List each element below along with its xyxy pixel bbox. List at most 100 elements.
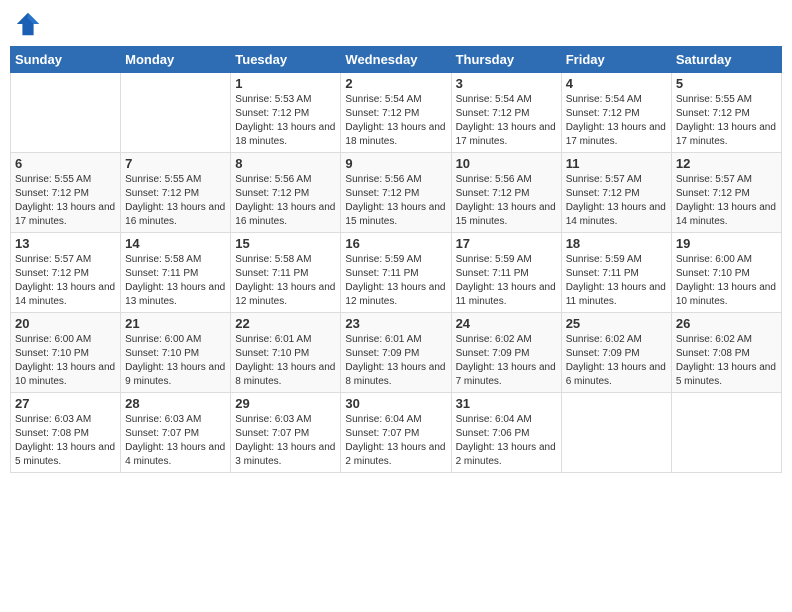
calendar-week-row: 27Sunrise: 6:03 AM Sunset: 7:08 PM Dayli… xyxy=(11,393,782,473)
day-number: 19 xyxy=(676,236,777,251)
calendar-cell xyxy=(671,393,781,473)
calendar-cell: 9 Sunrise: 5:56 AM Sunset: 7:12 PM Daylig… xyxy=(341,153,451,233)
day-info: Sunrise: 6:00 AM Sunset: 7:10 PM Dayligh… xyxy=(15,333,116,389)
day-number: 31 xyxy=(456,396,557,411)
day-number: 29 xyxy=(235,396,336,411)
calendar-week-row: 1 Sunrise: 5:53 AM Sunset: 7:12 PM Daylig… xyxy=(11,73,782,153)
day-number: 14 xyxy=(125,236,226,251)
day-number: 4 xyxy=(566,76,667,91)
calendar-cell: 21Sunrise: 6:00 AM Sunset: 7:10 PM Dayli… xyxy=(121,313,231,393)
day-number: 21 xyxy=(125,316,226,331)
day-number: 8 xyxy=(235,156,336,171)
day-number: 26 xyxy=(676,316,777,331)
day-number: 5 xyxy=(676,76,777,91)
day-number: 17 xyxy=(456,236,557,251)
calendar-cell: 11Sunrise: 5:57 AM Sunset: 7:12 PM Dayli… xyxy=(561,153,671,233)
logo-icon xyxy=(14,10,42,38)
calendar-cell: 14 Sunrise: 5:58 AM Sunset: 7:11 PM Dayli… xyxy=(121,233,231,313)
calendar-cell: 12Sunrise: 5:57 AM Sunset: 7:12 PM Dayli… xyxy=(671,153,781,233)
calendar-cell: 6 Sunrise: 5:55 AM Sunset: 7:12 PM Daylig… xyxy=(11,153,121,233)
calendar-week-row: 6 Sunrise: 5:55 AM Sunset: 7:12 PM Daylig… xyxy=(11,153,782,233)
day-info: Sunrise: 5:59 AM Sunset: 7:11 PM Dayligh… xyxy=(345,253,446,309)
calendar-table: SundayMondayTuesdayWednesdayThursdayFrid… xyxy=(10,46,782,473)
day-info: Sunrise: 6:01 AM Sunset: 7:10 PM Dayligh… xyxy=(235,333,336,389)
day-info: Sunrise: 5:58 AM Sunset: 7:11 PM Dayligh… xyxy=(125,253,226,309)
calendar-cell: 8 Sunrise: 5:56 AM Sunset: 7:12 PM Daylig… xyxy=(231,153,341,233)
day-number: 10 xyxy=(456,156,557,171)
calendar-cell: 4 Sunrise: 5:54 AM Sunset: 7:12 PM Daylig… xyxy=(561,73,671,153)
day-number: 25 xyxy=(566,316,667,331)
day-info: Sunrise: 5:56 AM Sunset: 7:12 PM Dayligh… xyxy=(456,173,557,229)
day-info: Sunrise: 6:02 AM Sunset: 7:08 PM Dayligh… xyxy=(676,333,777,389)
page-header xyxy=(10,10,782,38)
calendar-cell: 1 Sunrise: 5:53 AM Sunset: 7:12 PM Daylig… xyxy=(231,73,341,153)
day-info: Sunrise: 5:54 AM Sunset: 7:12 PM Dayligh… xyxy=(566,93,667,149)
day-info: Sunrise: 6:00 AM Sunset: 7:10 PM Dayligh… xyxy=(676,253,777,309)
day-number: 11 xyxy=(566,156,667,171)
calendar-cell: 13 Sunrise: 5:57 AM Sunset: 7:12 PM Dayli… xyxy=(11,233,121,313)
calendar-cell: 10 Sunrise: 5:56 AM Sunset: 7:12 PM Dayli… xyxy=(451,153,561,233)
day-header-monday: Monday xyxy=(121,47,231,73)
calendar-cell: 16Sunrise: 5:59 AM Sunset: 7:11 PM Dayli… xyxy=(341,233,451,313)
day-number: 2 xyxy=(345,76,446,91)
day-info: Sunrise: 6:04 AM Sunset: 7:07 PM Dayligh… xyxy=(345,413,446,469)
day-number: 20 xyxy=(15,316,116,331)
calendar-cell xyxy=(11,73,121,153)
day-number: 22 xyxy=(235,316,336,331)
calendar-cell: 18 Sunrise: 5:59 AM Sunset: 7:11 PM Dayli… xyxy=(561,233,671,313)
day-info: Sunrise: 5:57 AM Sunset: 7:12 PM Dayligh… xyxy=(676,173,777,229)
day-number: 1 xyxy=(235,76,336,91)
day-info: Sunrise: 5:55 AM Sunset: 7:12 PM Dayligh… xyxy=(15,173,116,229)
day-number: 28 xyxy=(125,396,226,411)
day-info: Sunrise: 5:56 AM Sunset: 7:12 PM Dayligh… xyxy=(235,173,336,229)
day-info: Sunrise: 6:03 AM Sunset: 7:07 PM Dayligh… xyxy=(235,413,336,469)
calendar-cell: 17 Sunrise: 5:59 AM Sunset: 7:11 PM Dayli… xyxy=(451,233,561,313)
day-info: Sunrise: 5:54 AM Sunset: 7:12 PM Dayligh… xyxy=(345,93,446,149)
day-number: 13 xyxy=(15,236,116,251)
day-number: 18 xyxy=(566,236,667,251)
day-info: Sunrise: 5:56 AM Sunset: 7:12 PM Dayligh… xyxy=(345,173,446,229)
day-info: Sunrise: 6:04 AM Sunset: 7:06 PM Dayligh… xyxy=(456,413,557,469)
day-number: 9 xyxy=(345,156,446,171)
day-header-saturday: Saturday xyxy=(671,47,781,73)
day-info: Sunrise: 5:57 AM Sunset: 7:12 PM Dayligh… xyxy=(15,253,116,309)
day-info: Sunrise: 5:55 AM Sunset: 7:12 PM Dayligh… xyxy=(676,93,777,149)
day-info: Sunrise: 6:01 AM Sunset: 7:09 PM Dayligh… xyxy=(345,333,446,389)
calendar-cell: 24Sunrise: 6:02 AM Sunset: 7:09 PM Dayli… xyxy=(451,313,561,393)
calendar-cell: 30 Sunrise: 6:04 AM Sunset: 7:07 PM Dayli… xyxy=(341,393,451,473)
day-number: 30 xyxy=(345,396,446,411)
day-number: 27 xyxy=(15,396,116,411)
day-header-wednesday: Wednesday xyxy=(341,47,451,73)
calendar-cell: 27Sunrise: 6:03 AM Sunset: 7:08 PM Dayli… xyxy=(11,393,121,473)
calendar-cell: 28 Sunrise: 6:03 AM Sunset: 7:07 PM Dayli… xyxy=(121,393,231,473)
day-info: Sunrise: 5:55 AM Sunset: 7:12 PM Dayligh… xyxy=(125,173,226,229)
calendar-cell: 19 Sunrise: 6:00 AM Sunset: 7:10 PM Dayli… xyxy=(671,233,781,313)
logo xyxy=(14,10,44,38)
day-header-friday: Friday xyxy=(561,47,671,73)
day-number: 23 xyxy=(345,316,446,331)
day-number: 6 xyxy=(15,156,116,171)
calendar-cell: 2 Sunrise: 5:54 AM Sunset: 7:12 PM Daylig… xyxy=(341,73,451,153)
day-info: Sunrise: 5:58 AM Sunset: 7:11 PM Dayligh… xyxy=(235,253,336,309)
day-number: 7 xyxy=(125,156,226,171)
day-number: 15 xyxy=(235,236,336,251)
day-info: Sunrise: 5:53 AM Sunset: 7:12 PM Dayligh… xyxy=(235,93,336,149)
calendar-header-row: SundayMondayTuesdayWednesdayThursdayFrid… xyxy=(11,47,782,73)
calendar-week-row: 20 Sunrise: 6:00 AM Sunset: 7:10 PM Dayli… xyxy=(11,313,782,393)
day-header-thursday: Thursday xyxy=(451,47,561,73)
day-info: Sunrise: 5:59 AM Sunset: 7:11 PM Dayligh… xyxy=(456,253,557,309)
calendar-cell: 29 Sunrise: 6:03 AM Sunset: 7:07 PM Dayli… xyxy=(231,393,341,473)
day-number: 3 xyxy=(456,76,557,91)
calendar-cell: 23 Sunrise: 6:01 AM Sunset: 7:09 PM Dayli… xyxy=(341,313,451,393)
calendar-week-row: 13 Sunrise: 5:57 AM Sunset: 7:12 PM Dayli… xyxy=(11,233,782,313)
calendar-cell: 20 Sunrise: 6:00 AM Sunset: 7:10 PM Dayli… xyxy=(11,313,121,393)
day-header-sunday: Sunday xyxy=(11,47,121,73)
calendar-cell xyxy=(121,73,231,153)
day-number: 24 xyxy=(456,316,557,331)
calendar-cell: 15 Sunrise: 5:58 AM Sunset: 7:11 PM Dayli… xyxy=(231,233,341,313)
calendar-cell: 26 Sunrise: 6:02 AM Sunset: 7:08 PM Dayli… xyxy=(671,313,781,393)
day-info: Sunrise: 5:59 AM Sunset: 7:11 PM Dayligh… xyxy=(566,253,667,309)
day-info: Sunrise: 6:03 AM Sunset: 7:07 PM Dayligh… xyxy=(125,413,226,469)
calendar-cell: 5 Sunrise: 5:55 AM Sunset: 7:12 PM Daylig… xyxy=(671,73,781,153)
day-info: Sunrise: 5:54 AM Sunset: 7:12 PM Dayligh… xyxy=(456,93,557,149)
